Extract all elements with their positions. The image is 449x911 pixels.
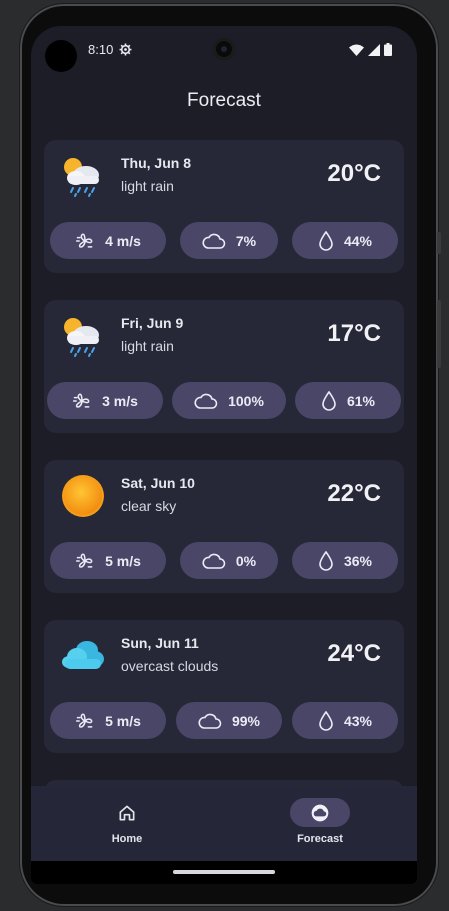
- cloud-icon: [202, 553, 226, 569]
- cloud-cover-value: 0%: [235, 552, 257, 569]
- nav-label: Home: [111, 833, 143, 845]
- status-bar: 8:10: [31, 26, 417, 74]
- wind-icon: [73, 392, 90, 408]
- forecast-temperature: 20°C: [327, 160, 381, 187]
- forecast-date: Thu, Jun 8: [121, 155, 191, 171]
- cloud-icon: [311, 804, 329, 821]
- rain-cloud-sun-icon: [64, 318, 99, 357]
- forecast-description: light rain: [121, 178, 174, 194]
- signal-icon: [368, 43, 380, 56]
- cloud-cover-value: 7%: [235, 232, 257, 249]
- rain-cloud-sun-icon: [64, 158, 99, 197]
- wind-value: 4 m/s: [105, 232, 141, 249]
- cloud-cover-chip[interactable]: 100%: [172, 382, 286, 419]
- cloud-cover-chip[interactable]: 0%: [180, 542, 278, 579]
- humidity-value: 43%: [343, 712, 373, 729]
- forecast-description: clear sky: [121, 498, 177, 514]
- wind-icon: [76, 552, 93, 568]
- gear-icon: [119, 43, 132, 56]
- forecast-temperature: 22°C: [327, 480, 381, 507]
- phone-button: [437, 300, 441, 368]
- cloud-icon: [198, 713, 222, 729]
- page-title: Forecast: [187, 90, 261, 111]
- sun-icon: [62, 475, 104, 517]
- home-gesture-bar[interactable]: [173, 870, 275, 874]
- wind-value: 5 m/s: [105, 712, 141, 729]
- cloud-cover-chip[interactable]: 7%: [180, 222, 278, 259]
- battery-icon: [384, 43, 392, 56]
- humidity-chip[interactable]: 36%: [292, 542, 398, 579]
- bottom-navigation: Home Forecast: [31, 786, 417, 861]
- forecast-temperature: 17°C: [327, 320, 381, 347]
- wind-value: 3 m/s: [102, 392, 138, 409]
- water-drop-icon: [319, 710, 333, 731]
- humidity-value: 44%: [343, 232, 373, 249]
- home-icon: [119, 805, 135, 820]
- forecast-date: Fri, Jun 9: [121, 315, 184, 331]
- humidity-chip[interactable]: 44%: [292, 222, 398, 259]
- wifi-icon: [349, 44, 364, 56]
- nav-forecast[interactable]: Forecast: [260, 798, 380, 845]
- wind-value: 5 m/s: [105, 552, 141, 569]
- wind-chip[interactable]: 3 m/s: [47, 382, 163, 419]
- forecast-card[interactable]: Thu, Jun 8 light rain 20°C 4 m/s 7% 44%: [44, 140, 404, 273]
- water-drop-icon: [319, 230, 333, 251]
- wind-chip[interactable]: 4 m/s: [50, 222, 166, 259]
- phone-button: [437, 232, 441, 254]
- wind-icon: [76, 232, 93, 248]
- camera-cutout: [45, 40, 77, 72]
- nav-indicator-active: [290, 798, 350, 827]
- nav-home[interactable]: Home: [67, 798, 187, 845]
- forecast-description: overcast clouds: [121, 658, 219, 674]
- cloud-icon: [202, 233, 226, 249]
- cloud-cover-chip[interactable]: 99%: [176, 702, 282, 739]
- humidity-chip[interactable]: 43%: [292, 702, 398, 739]
- humidity-chip[interactable]: 61%: [295, 382, 401, 419]
- forecast-date: Sat, Jun 10: [121, 475, 195, 491]
- wind-chip[interactable]: 5 m/s: [50, 542, 166, 579]
- nav-label: Forecast: [297, 833, 343, 845]
- forecast-date: Sun, Jun 11: [121, 635, 199, 651]
- forecast-list[interactable]: Thu, Jun 8 light rain 20°C 4 m/s 7% 44%: [44, 140, 404, 884]
- nav-indicator: [97, 798, 157, 827]
- water-drop-icon: [319, 550, 333, 571]
- gesture-area: [31, 861, 417, 884]
- forecast-card[interactable]: Sat, Jun 10 clear sky 22°C 5 m/s 0% 36%: [44, 460, 404, 593]
- cloud-cover-value: 100%: [228, 392, 264, 409]
- app-screen: 8:10 Forecast Thu, Jun 8 light rain 20°C…: [31, 26, 417, 884]
- front-camera: [213, 38, 235, 60]
- cloud-icon: [194, 393, 218, 409]
- cloud-cover-value: 99%: [231, 712, 261, 729]
- humidity-value: 61%: [346, 392, 376, 409]
- wind-chip[interactable]: 5 m/s: [50, 702, 166, 739]
- forecast-card[interactable]: Sun, Jun 11 overcast clouds 24°C 5 m/s 9…: [44, 620, 404, 753]
- forecast-temperature: 24°C: [327, 640, 381, 667]
- water-drop-icon: [322, 390, 336, 411]
- overcast-clouds-icon: [62, 641, 104, 669]
- status-time: 8:10: [88, 42, 114, 57]
- forecast-description: light rain: [121, 338, 174, 354]
- wind-icon: [76, 712, 93, 728]
- forecast-card[interactable]: Fri, Jun 9 light rain 17°C 3 m/s 100% 61…: [44, 300, 404, 433]
- humidity-value: 36%: [343, 552, 373, 569]
